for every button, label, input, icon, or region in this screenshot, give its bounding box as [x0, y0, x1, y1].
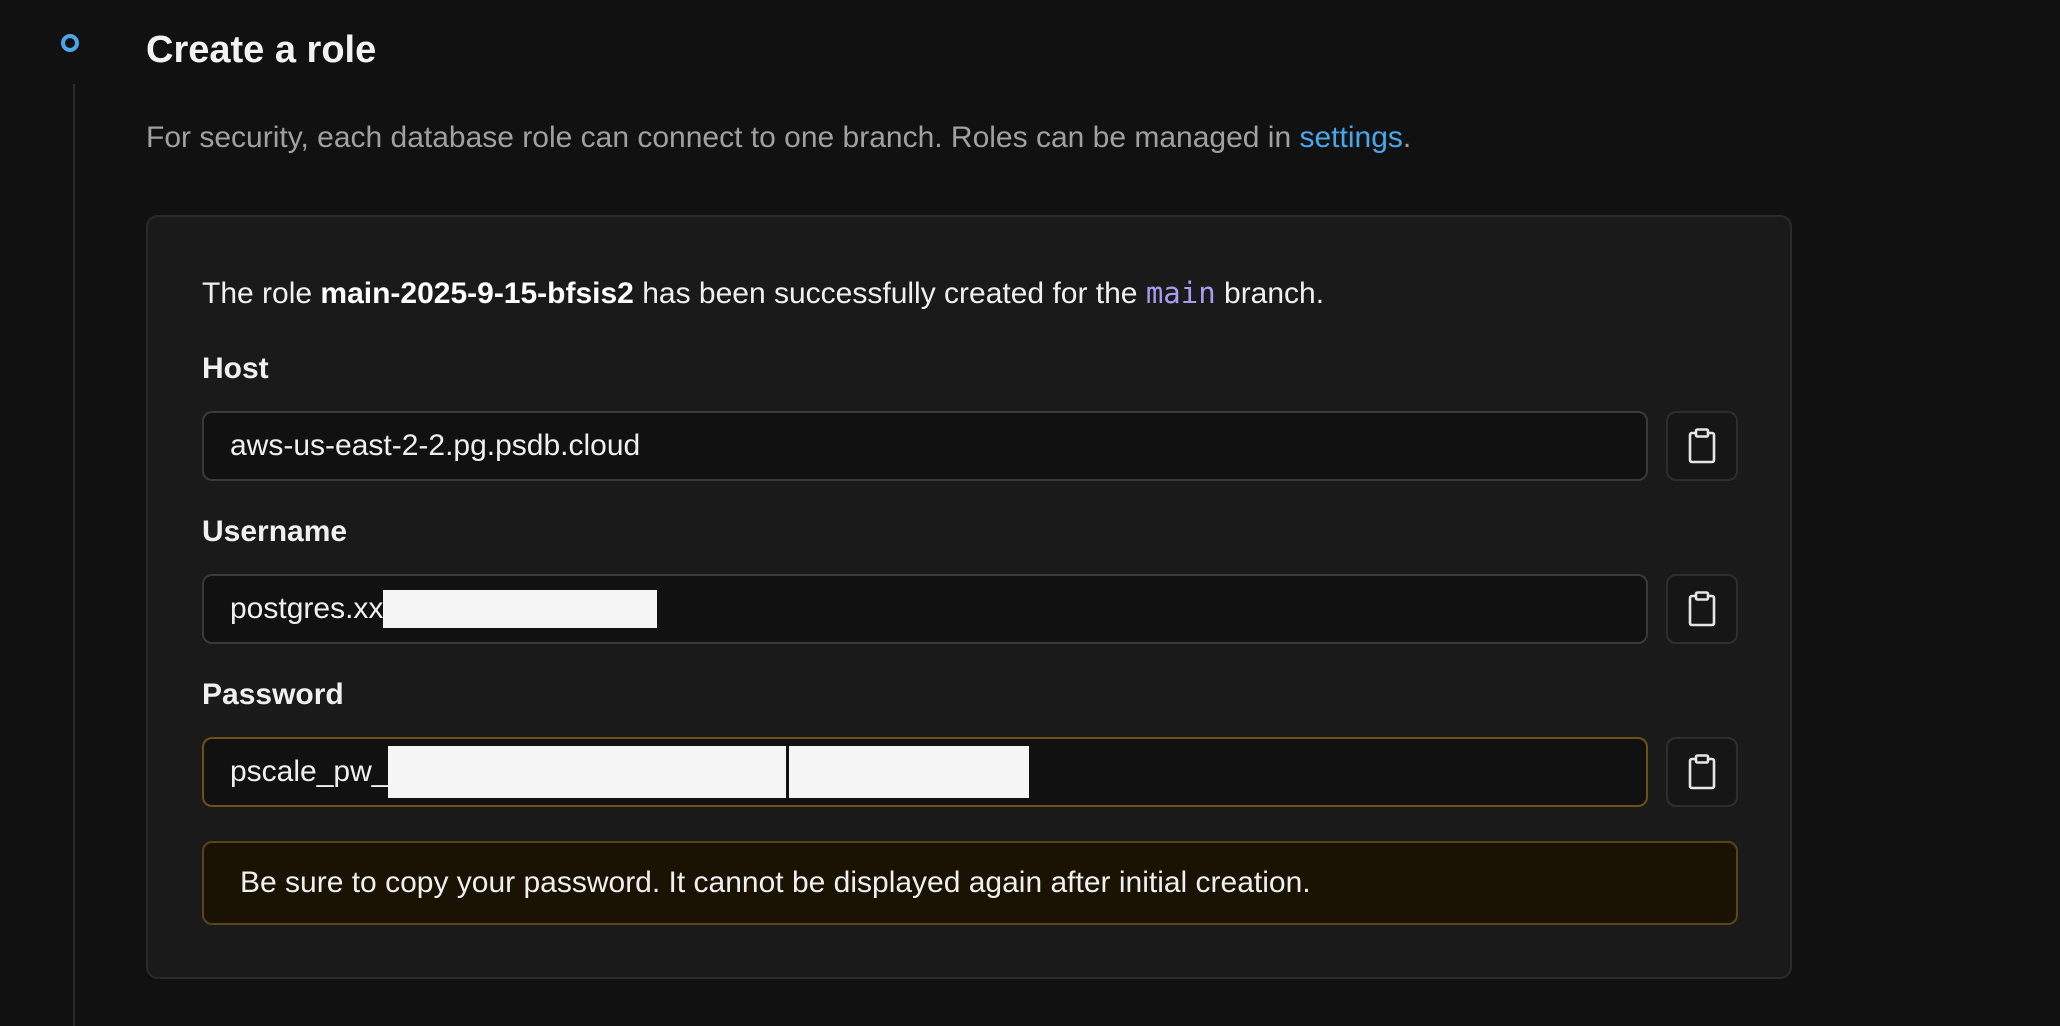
username-field[interactable]: postgres.xx	[202, 574, 1648, 644]
password-label: Password	[202, 678, 344, 711]
section-description: For security, each database role can con…	[146, 118, 1411, 158]
clipboard-icon	[1688, 591, 1716, 627]
role-name: main-2025-9-15-bfsis2	[320, 277, 634, 310]
copy-username-button[interactable]	[1666, 574, 1738, 644]
role-credentials-card: The role main-2025-9-15-bfsis2 has been …	[146, 215, 1792, 979]
copy-password-button[interactable]	[1666, 737, 1738, 807]
password-warning-banner: Be sure to copy your password. It cannot…	[202, 841, 1738, 925]
description-suffix: .	[1402, 121, 1412, 154]
success-message-suffix: branch.	[1215, 277, 1325, 310]
create-role-page: Create a role For security, each databas…	[0, 0, 2060, 1026]
redacted-block	[383, 590, 658, 628]
success-message-middle: has been successfully created for the	[633, 277, 1146, 310]
step-indicator-icon	[61, 34, 79, 52]
redacted-block	[388, 746, 787, 798]
clipboard-icon	[1688, 428, 1716, 464]
branch-name: main	[1145, 276, 1216, 310]
password-field[interactable]: pscale_pw_	[202, 737, 1648, 807]
clipboard-icon	[1688, 754, 1716, 790]
success-message-prefix: The role	[202, 277, 321, 310]
username-value: postgres.xx	[230, 592, 384, 625]
host-label: Host	[202, 352, 269, 385]
redacted-block	[789, 746, 1030, 798]
password-value: pscale_pw_	[230, 755, 389, 788]
copy-host-button[interactable]	[1666, 411, 1738, 481]
step-connector-line	[73, 84, 75, 1026]
section-title: Create a role	[146, 29, 377, 71]
settings-link[interactable]: settings	[1299, 121, 1402, 154]
warning-text: Be sure to copy your password. It cannot…	[240, 866, 1311, 899]
host-value: aws-us-east-2-2.pg.psdb.cloud	[230, 429, 641, 462]
username-label: Username	[202, 515, 348, 548]
host-field[interactable]: aws-us-east-2-2.pg.psdb.cloud	[202, 411, 1648, 481]
description-text: For security, each database role can con…	[146, 121, 1300, 154]
success-message: The role main-2025-9-15-bfsis2 has been …	[202, 273, 1324, 314]
